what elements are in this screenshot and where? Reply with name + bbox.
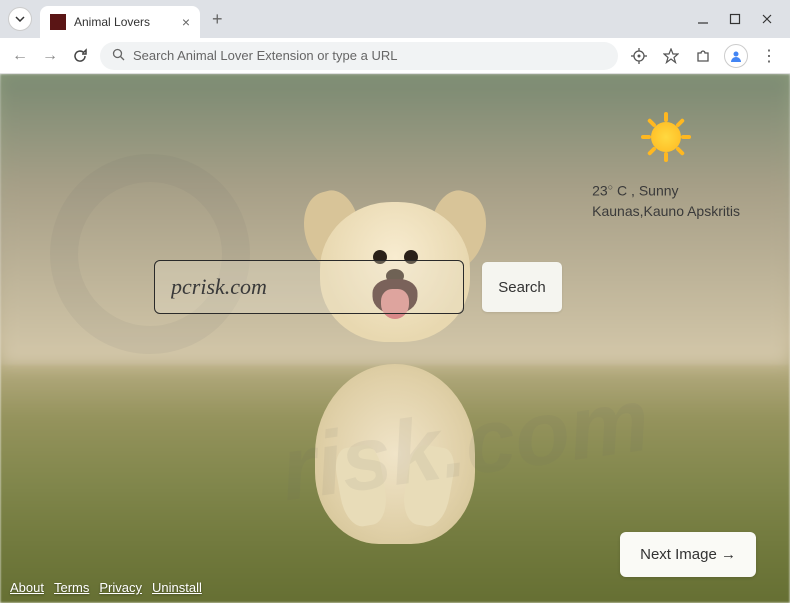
search-icon — [112, 48, 125, 64]
back-button[interactable]: ← — [10, 47, 30, 65]
new-tab-button[interactable]: + — [212, 9, 223, 30]
close-tab-icon[interactable]: × — [182, 14, 190, 30]
reload-button[interactable] — [70, 48, 90, 64]
browser-tab[interactable]: Animal Lovers × — [40, 6, 200, 38]
about-link[interactable]: About — [10, 580, 44, 595]
uninstall-link[interactable]: Uninstall — [152, 580, 202, 595]
extensions-icon[interactable] — [692, 48, 714, 64]
forward-button[interactable]: → — [40, 47, 60, 65]
tab-search-button[interactable] — [8, 7, 32, 31]
terms-link[interactable]: Terms — [54, 580, 89, 595]
address-bar[interactable]: Search Animal Lover Extension or type a … — [100, 42, 618, 70]
favicon-icon — [50, 14, 66, 30]
window-controls — [696, 12, 782, 26]
weather-temperature: 23○ C , Sunny — [592, 182, 740, 199]
browser-toolbar: ← → Search Animal Lover Extension or typ… — [0, 38, 790, 74]
sun-icon — [641, 112, 691, 162]
menu-icon[interactable]: ⋮ — [758, 46, 780, 66]
search-button[interactable]: Search — [482, 262, 562, 312]
bookmark-icon[interactable] — [660, 48, 682, 64]
weather-widget: 23○ C , Sunny Kaunas,Kauno Apskritis — [592, 112, 740, 219]
page-content: risk.com 23○ C , Sunny Kaunas,Kauno Apsk… — [0, 74, 790, 603]
search-area: Search — [154, 260, 562, 314]
tab-title: Animal Lovers — [74, 15, 174, 29]
title-bar: Animal Lovers × + — [0, 0, 790, 38]
maximize-icon[interactable] — [728, 12, 742, 26]
weather-location: Kaunas,Kauno Apskritis — [592, 203, 740, 219]
close-icon[interactable] — [760, 12, 774, 26]
profile-icon[interactable] — [724, 44, 748, 68]
minimize-icon[interactable] — [696, 12, 710, 26]
address-placeholder: Search Animal Lover Extension or type a … — [133, 48, 606, 63]
privacy-link[interactable]: Privacy — [99, 580, 142, 595]
search-input[interactable] — [154, 260, 464, 314]
next-image-button[interactable]: Next Image → — [620, 532, 756, 577]
location-icon[interactable] — [628, 48, 650, 64]
footer-links: About Terms Privacy Uninstall — [10, 580, 202, 595]
puppy-image — [255, 148, 535, 508]
